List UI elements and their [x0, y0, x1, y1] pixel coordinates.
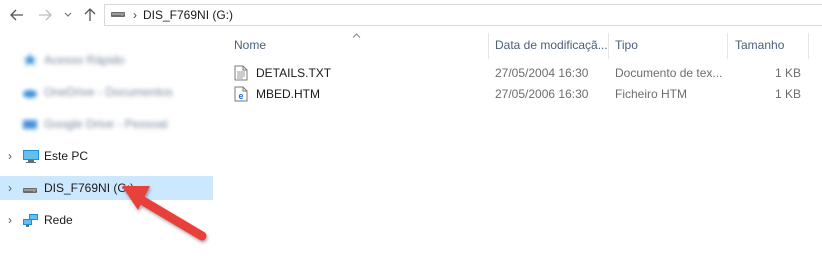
network-icon [22, 212, 40, 228]
sidebar-item-quick-access[interactable]: Acesso Rápido [0, 48, 213, 72]
svg-text:e: e [238, 91, 243, 101]
forward-button[interactable] [36, 6, 54, 24]
column-divider[interactable] [808, 33, 809, 59]
column-header-date[interactable]: Data de modificaçã... [495, 30, 611, 60]
sidebar-item-este-pc[interactable]: › Este PC [0, 144, 213, 168]
sidebar-item-onedrive[interactable]: OneDrive - Documentos [0, 80, 213, 104]
chevron-right-icon[interactable]: › [0, 181, 20, 195]
chevron-down-icon [64, 12, 72, 17]
file-type: Documento de tex... [615, 66, 723, 80]
file-type: Ficheiro HTM [615, 87, 688, 101]
address-bar[interactable]: › DIS_F769NI (G:) [104, 4, 822, 26]
chevron-right-icon[interactable]: › [0, 213, 20, 227]
column-divider[interactable] [608, 33, 609, 59]
up-button[interactable] [82, 6, 98, 24]
back-button[interactable] [8, 6, 26, 24]
file-row-mbed-htm[interactable]: e MBED.HTM 27/05/2006 16:30 Ficheiro HTM… [228, 84, 822, 104]
usb-drive-icon [22, 180, 40, 196]
breadcrumb-drive-label[interactable]: DIS_F769NI (G:) [143, 8, 233, 22]
up-arrow-icon [84, 8, 96, 21]
file-date: 27/05/2004 16:30 [495, 66, 589, 80]
breadcrumb-separator-icon: › [133, 8, 137, 22]
sidebar-item-google-drive[interactable]: Google Drive - Pessoal [0, 112, 213, 136]
text-file-icon [234, 65, 250, 81]
folder-icon [22, 116, 40, 132]
file-list: Nome Data de modificaçã... Tipo Tamanho … [228, 30, 822, 265]
computer-icon [22, 148, 40, 164]
chevron-right-icon[interactable]: › [0, 149, 20, 163]
file-size: 1 KB [774, 66, 801, 80]
cloud-icon [22, 84, 40, 100]
column-divider[interactable] [488, 33, 489, 59]
file-date: 27/05/2006 16:30 [495, 87, 589, 101]
column-header-type[interactable]: Tipo [615, 30, 725, 60]
column-divider[interactable] [727, 33, 728, 59]
file-size: 1 KB [774, 87, 801, 101]
file-name: MBED.HTM [256, 87, 320, 101]
star-icon [22, 52, 40, 68]
file-row-details-txt[interactable]: DETAILS.TXT 27/05/2004 16:30 Documento d… [228, 63, 822, 83]
column-header-size[interactable]: Tamanho [735, 30, 805, 60]
usb-drive-icon [110, 8, 126, 22]
recent-locations-button[interactable] [62, 6, 74, 24]
edge-html-file-icon: e [234, 86, 250, 102]
navigation-bar: › DIS_F769NI (G:) [0, 0, 822, 30]
file-name: DETAILS.TXT [256, 66, 332, 80]
annotation-arrow-icon [122, 186, 207, 241]
forward-arrow-icon [39, 9, 52, 21]
back-arrow-icon [10, 9, 23, 21]
column-header-name[interactable]: Nome [234, 30, 484, 60]
